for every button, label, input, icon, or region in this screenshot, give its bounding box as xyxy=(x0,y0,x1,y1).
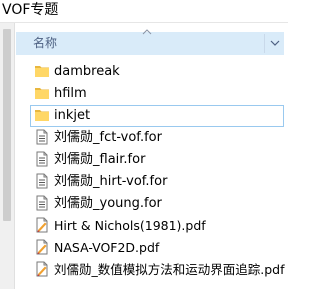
file-row[interactable]: 刘儒勋_young.for xyxy=(16,193,284,215)
folder-row[interactable]: dambreak xyxy=(16,61,284,83)
title-bar: VOF专题 xyxy=(0,0,288,23)
file-explorer-window: VOF专题 名称 dambreak hfilm inkjet 刘儒勋_fct-vof.… xyxy=(0,0,288,289)
item-name: 刘儒勋_young.for xyxy=(54,196,162,211)
file-row[interactable]: 刘儒勋_fct-vof.for xyxy=(16,127,284,149)
pdf-file-icon xyxy=(36,239,48,255)
text-file-icon xyxy=(36,151,48,167)
pane-divider[interactable] xyxy=(14,23,15,289)
chevron-down-icon[interactable] xyxy=(269,38,281,48)
file-row[interactable]: NASA-VOF2D.pdf xyxy=(16,237,284,259)
window-title: VOF专题 xyxy=(2,2,59,18)
item-name: hfilm xyxy=(54,86,87,101)
folder-icon xyxy=(35,88,49,99)
column-separator[interactable] xyxy=(264,34,265,53)
folder-icon xyxy=(35,66,49,77)
name-column-label: 名称 xyxy=(33,36,58,50)
text-file-icon xyxy=(36,129,48,145)
file-row[interactable]: 刘儒勋_数值模拟方法和运动界面追踪.pdf xyxy=(16,259,285,281)
item-name: dambreak xyxy=(54,64,120,79)
item-name: 刘儒勋_hirt-vof.for xyxy=(54,174,168,189)
text-file-icon xyxy=(36,173,48,189)
file-row[interactable]: Hirt & Nichols(1981).pdf xyxy=(16,215,284,237)
folder-row[interactable]: inkjet xyxy=(16,105,284,127)
sort-ascending-icon xyxy=(142,29,152,35)
navigation-pane-scrollbar[interactable] xyxy=(3,29,11,221)
item-name: 刘儒勋_flair.for xyxy=(54,152,146,167)
folder-row[interactable]: hfilm xyxy=(16,83,284,105)
file-row[interactable]: 刘儒勋_hirt-vof.for xyxy=(16,171,284,193)
pdf-file-icon xyxy=(36,261,48,277)
item-name: 刘儒勋_数值模拟方法和运动界面追踪.pdf xyxy=(54,262,285,277)
item-name: inkjet xyxy=(54,108,91,123)
text-file-icon xyxy=(36,195,48,211)
file-list: dambreak hfilm inkjet 刘儒勋_fct-vof.for 刘儒勋_fl… xyxy=(16,61,285,281)
pdf-file-icon xyxy=(36,217,48,233)
file-row[interactable]: 刘儒勋_flair.for xyxy=(16,149,284,171)
name-column-header[interactable]: 名称 xyxy=(16,29,284,55)
navigation-pane xyxy=(0,23,14,289)
item-name: 刘儒勋_fct-vof.for xyxy=(54,130,162,145)
folder-icon xyxy=(35,110,49,121)
item-name: Hirt & Nichols(1981).pdf xyxy=(54,218,206,233)
item-name: NASA-VOF2D.pdf xyxy=(54,240,160,255)
